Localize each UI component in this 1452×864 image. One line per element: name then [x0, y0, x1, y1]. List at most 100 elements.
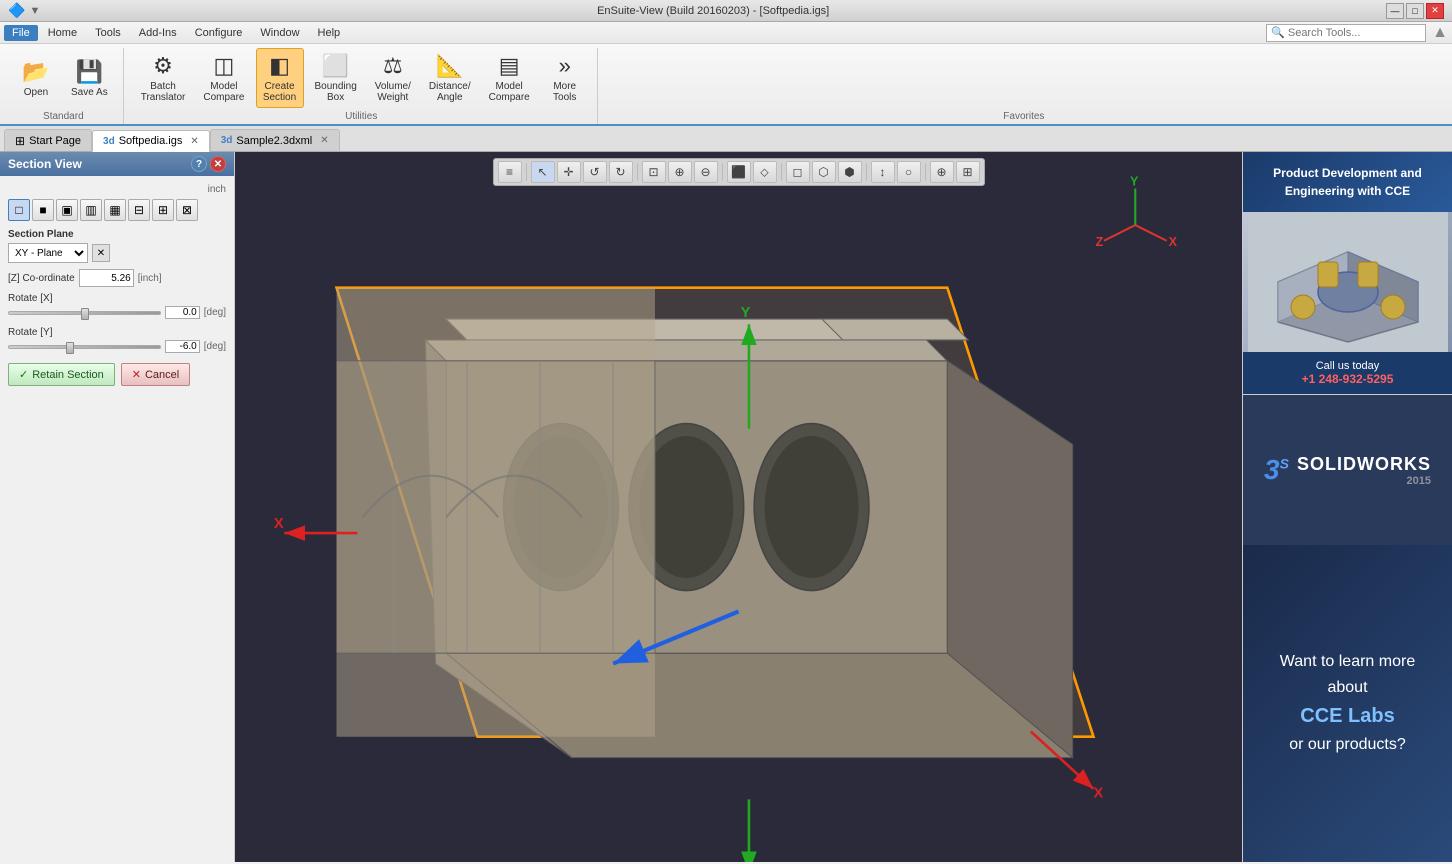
ad-cce-learn: Want to learn more about CCE Labs or our…	[1243, 545, 1452, 862]
icon-btn-3[interactable]: ▣	[56, 199, 78, 221]
icon-btn-7[interactable]: ⊞	[152, 199, 174, 221]
ribbon-btn-open[interactable]: 📂 Open	[12, 48, 60, 108]
vp-btn-menu[interactable]: ≡	[498, 161, 522, 183]
tabs-bar: ⊞ Start Page 3d Softpedia.igs ✕ 3d Sampl…	[0, 126, 1452, 152]
plane-clear-button[interactable]: ✕	[92, 244, 110, 262]
ribbon: 📂 Open 💾 Save As Standard ⚙ BatchTransla…	[0, 44, 1452, 126]
tab-sample-close[interactable]: ✕	[320, 135, 328, 146]
z-coord-input[interactable]	[79, 269, 134, 287]
icon-btn-1[interactable]: □	[8, 199, 30, 221]
ribbon-btn-batch-translator[interactable]: ⚙ BatchTranslator	[134, 48, 193, 108]
viewport[interactable]: ≡ ↖ ✛ ↺ ↻ ⊡ ⊕ ⊖ ⬛ ⬦ ◻ ⬡ ⬢ ↕ ○ ⊕ ⊞	[235, 152, 1242, 862]
viewport-toolbar: ≡ ↖ ✛ ↺ ↻ ⊡ ⊕ ⊖ ⬛ ⬦ ◻ ⬡ ⬢ ↕ ○ ⊕ ⊞	[493, 158, 985, 186]
title-controls: — □ ✕	[1386, 3, 1444, 19]
vp-btn-box[interactable]: ⬛	[727, 161, 751, 183]
vp-btn-redo[interactable]: ↻	[609, 161, 633, 183]
tab-softpedia[interactable]: 3d Softpedia.igs ✕	[92, 130, 210, 152]
ribbon-group-favorites: Favorites	[600, 48, 1448, 124]
svg-text:Z: Z	[1096, 235, 1104, 249]
menu-item-addins[interactable]: Add-Ins	[131, 25, 185, 41]
vp-btn-wire[interactable]: ◻	[786, 161, 810, 183]
vp-btn-zoom-in[interactable]: ⊕	[668, 161, 692, 183]
ribbon-btn-model-compare2[interactable]: ▤ ModelCompare	[482, 48, 537, 108]
tab-sample-label: Sample2.3dxml	[236, 135, 312, 147]
vp-btn-explode[interactable]: ⊞	[956, 161, 980, 183]
icon-btn-4[interactable]: ▥	[80, 199, 102, 221]
ad-cce-cta: Call us today	[1255, 360, 1440, 372]
plane-select[interactable]: XY - Plane YZ - Plane XZ - Plane	[8, 243, 88, 263]
ribbon-btn-save-as[interactable]: 💾 Save As	[64, 48, 115, 108]
menu-item-window[interactable]: Window	[252, 25, 307, 41]
retain-icon: ✓	[19, 368, 28, 381]
tab-softpedia-close[interactable]: ✕	[190, 136, 198, 147]
icon-btn-5[interactable]: ▦	[104, 199, 126, 221]
solidworks-text: SOLIDWORKS 2015	[1297, 454, 1431, 487]
ribbon-btn-more-tools[interactable]: » MoreTools	[541, 48, 589, 108]
title-bar: 🔷 ▼ EnSuite-View (Build 20160203) - [Sof…	[0, 0, 1452, 22]
ribbon-group-standard: 📂 Open 💾 Save As Standard	[4, 48, 124, 124]
menu-item-tools[interactable]: Tools	[87, 25, 129, 41]
vp-btn-pan[interactable]: ✛	[557, 161, 581, 183]
plane-row: XY - Plane YZ - Plane XZ - Plane ✕	[8, 243, 226, 263]
tab-start-page[interactable]: ⊞ Start Page	[4, 129, 92, 151]
rotate-y-slider-track[interactable]	[8, 345, 161, 349]
menu-item-file[interactable]: File	[4, 25, 38, 41]
ribbon-btn-distance-angle[interactable]: 📐 Distance/Angle	[422, 48, 478, 108]
vp-btn-iso[interactable]: ⬡	[812, 161, 836, 183]
svg-text:X: X	[1094, 785, 1104, 801]
model-viewport-svg: X X Y Y Z X Y	[235, 152, 1242, 862]
vp-btn-section[interactable]: ⊕	[930, 161, 954, 183]
menu-item-configure[interactable]: Configure	[187, 25, 251, 41]
menu-item-help[interactable]: Help	[310, 25, 349, 41]
ribbon-btn-create-section[interactable]: ◧ CreateSection	[256, 48, 304, 108]
vp-btn-zoom-out[interactable]: ⊖	[694, 161, 718, 183]
section-panel-header: Section View ? ✕	[0, 152, 234, 176]
close-button[interactable]: ✕	[1426, 3, 1444, 19]
vp-btn-select[interactable]: ↖	[531, 161, 555, 183]
rotate-y-slider-thumb[interactable]	[66, 342, 74, 354]
icon-btn-2[interactable]: ■	[32, 199, 54, 221]
rotate-y-label: Rotate [Y]	[8, 327, 226, 338]
search-input[interactable]	[1288, 27, 1421, 39]
cancel-button[interactable]: ✕ Cancel	[121, 363, 190, 386]
ad-learn-text2: CCE Labs	[1263, 700, 1432, 732]
rotate-x-row: [deg]	[8, 306, 226, 319]
vp-btn-light[interactable]: ○	[897, 161, 921, 183]
ad-cce-phone: +1 248-932-5295	[1255, 372, 1440, 386]
open-icon: 📂	[22, 59, 49, 85]
panel-help-button[interactable]: ?	[191, 156, 207, 172]
batch-translator-icon: ⚙	[153, 53, 173, 79]
search-box[interactable]: 🔍	[1266, 24, 1426, 42]
tab-sample[interactable]: 3d Sample2.3dxml ✕	[210, 129, 340, 151]
section-panel: Section View ? ✕ inch □ ■ ▣ ▥ ▦ ⊟ ⊞ ⊠ Se…	[0, 152, 235, 862]
vp-btn-shaded[interactable]: ⬦	[753, 161, 777, 183]
vp-btn-view[interactable]: ⬢	[838, 161, 862, 183]
menu-bar: File Home Tools Add-Ins Configure Window…	[0, 22, 1452, 44]
ad-solidworks: 3S SOLIDWORKS 2015	[1243, 395, 1452, 545]
vp-btn-measure[interactable]: ↕	[871, 161, 895, 183]
panel-header-buttons: ? ✕	[191, 156, 226, 172]
panel-close-button[interactable]: ✕	[210, 156, 226, 172]
tab-start-icon: ⊞	[15, 134, 25, 148]
cancel-icon: ✕	[132, 368, 141, 381]
vp-btn-fit[interactable]: ⊡	[642, 161, 666, 183]
ribbon-btn-volume-weight[interactable]: ⚖ Volume/Weight	[368, 48, 418, 108]
ribbon-btn-model-compare[interactable]: ◫ ModelCompare	[196, 48, 251, 108]
retain-label: Retain Section	[32, 369, 104, 381]
ad-cce-bottom: Call us today +1 248-932-5295	[1243, 352, 1452, 394]
action-row: ✓ Retain Section ✕ Cancel	[8, 363, 226, 386]
save-icon: 💾	[76, 59, 103, 85]
ad-cce: Product Development and Engineering with…	[1243, 152, 1452, 395]
icon-btn-6[interactable]: ⊟	[128, 199, 150, 221]
menu-item-home[interactable]: Home	[40, 25, 85, 41]
vp-btn-rotate[interactable]: ↺	[583, 161, 607, 183]
maximize-button[interactable]: □	[1406, 3, 1424, 19]
rotate-x-slider-thumb[interactable]	[81, 308, 89, 320]
rotate-x-slider-track[interactable]	[8, 311, 161, 315]
icon-btn-8[interactable]: ⊠	[176, 199, 198, 221]
rotate-y-input[interactable]	[165, 340, 200, 353]
ribbon-btn-bounding-box[interactable]: ⬜ BoundingBox	[308, 48, 364, 108]
retain-section-button[interactable]: ✓ Retain Section	[8, 363, 115, 386]
rotate-x-input[interactable]	[165, 306, 200, 319]
minimize-button[interactable]: —	[1386, 3, 1404, 19]
